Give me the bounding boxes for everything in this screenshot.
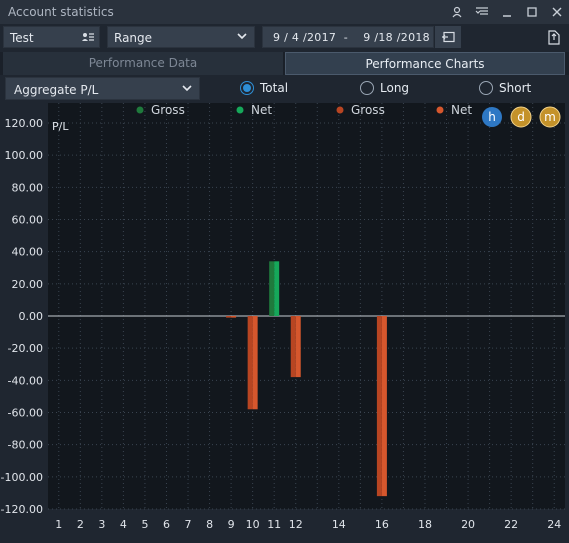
legend-marker (336, 106, 344, 114)
x-tick-label: 11 (267, 518, 281, 531)
y-tick-label: -100.00 (1, 471, 43, 484)
x-tick-label: 1 (55, 518, 62, 531)
y-tick-label: -80.00 (8, 439, 43, 452)
scale-button-label: h (488, 110, 496, 124)
radio-selected-icon (240, 81, 254, 95)
aggregate-select[interactable]: Aggregate P/L (5, 77, 200, 100)
x-tick-label: 18 (418, 518, 432, 531)
x-tick-label: 22 (504, 518, 518, 531)
date-range-field[interactable]: 9 / 4 /2017 - 9 /18 /2018 (262, 26, 434, 48)
chevron-down-icon (236, 30, 248, 45)
legend-marker (436, 106, 444, 114)
aggregate-label: Aggregate P/L (14, 83, 99, 97)
chart-options-bar: Aggregate P/L Total Long Short (0, 75, 569, 101)
x-tick-label: 2 (77, 518, 84, 531)
x-tick-label: 20 (461, 518, 475, 531)
radio-short-label: Short (499, 81, 532, 95)
radio-unselected-icon (479, 81, 493, 95)
radio-unselected-icon (360, 81, 374, 95)
radio-long[interactable]: Long (360, 80, 409, 96)
window-title: Account statistics (8, 5, 114, 19)
y-tick-label: 100.00 (5, 149, 44, 162)
y-tick-label: 0.00 (19, 310, 44, 323)
legend-label: Gross (151, 103, 185, 117)
range-label: Range (114, 31, 153, 45)
account-card-icon (81, 31, 95, 46)
legend-label: Net (451, 103, 472, 117)
date-to: 9 /18 /2018 (363, 31, 430, 44)
bar-gross (376, 316, 382, 497)
date-from: 9 / 4 /2017 (273, 31, 337, 44)
scale-button-label: m (544, 110, 556, 124)
export-icon[interactable] (544, 27, 564, 47)
y-tick-label: 120.00 (5, 117, 44, 130)
x-tick-label: 24 (547, 518, 561, 531)
toolbar: Test Range 9 / 4 /2017 - 9 /18 /2018 (0, 24, 569, 52)
bar-gross (290, 316, 296, 378)
maximize-icon[interactable] (519, 0, 544, 24)
bar-gross (269, 261, 275, 316)
x-tick-label: 12 (289, 518, 303, 531)
radio-short[interactable]: Short (479, 80, 531, 96)
x-tick-label: 16 (375, 518, 389, 531)
y-tick-label: 20.00 (12, 278, 44, 291)
minimize-icon[interactable] (494, 0, 519, 24)
x-tick-label: 14 (332, 518, 346, 531)
calendar-picker-icon[interactable] (435, 26, 461, 48)
x-tick-label: 7 (185, 518, 192, 531)
radio-total[interactable]: Total (240, 80, 288, 96)
x-tick-label: 4 (120, 518, 127, 531)
x-tick-label: 3 (98, 518, 105, 531)
x-tick-label: 9 (228, 518, 235, 531)
user-icon[interactable] (444, 0, 469, 24)
legend-marker (236, 106, 244, 114)
y-tick-label: 80.00 (12, 181, 44, 194)
plot-background (48, 103, 565, 509)
chevron-down-icon (181, 82, 193, 97)
y-tick-label: -20.00 (8, 342, 43, 355)
tab-performance-data[interactable]: Performance Data (3, 52, 283, 75)
y-tick-label: 40.00 (12, 246, 44, 259)
y-axis-label: P/L (52, 120, 69, 133)
range-select[interactable]: Range (107, 26, 255, 48)
y-tick-label: 60.00 (12, 214, 44, 227)
pl-chart-svg: 120.00 100.00 80.00 60.00 40.00 20.00 0.00 -20.… (0, 101, 569, 540)
menu-icon[interactable] (469, 0, 494, 24)
bar-net (381, 316, 387, 497)
bar-gross (226, 316, 232, 318)
tab-bar: Performance Data Performance Charts (0, 52, 569, 75)
scale-button-label: d (517, 110, 525, 124)
legend-label: Gross (351, 103, 385, 117)
account-select[interactable]: Test (3, 26, 100, 48)
account-name: Test (10, 31, 34, 45)
radio-total-label: Total (260, 81, 289, 95)
bar-net (295, 316, 301, 378)
bar-net (231, 316, 237, 318)
pl-chart: 120.00 100.00 80.00 60.00 40.00 20.00 0.00 -20.… (0, 101, 569, 540)
tab-performance-charts[interactable]: Performance Charts (285, 52, 565, 75)
legend-label: Net (251, 103, 272, 117)
x-tick-label: 5 (141, 518, 148, 531)
y-tick-label: -120.00 (1, 503, 43, 516)
radio-long-label: Long (380, 81, 410, 95)
y-tick-label: -40.00 (8, 374, 43, 387)
x-tick-label: 6 (163, 518, 170, 531)
bar-net (274, 261, 280, 316)
date-separator: - (343, 31, 349, 44)
bar-gross (247, 316, 253, 410)
legend-marker (136, 106, 144, 114)
close-icon[interactable] (544, 0, 569, 24)
x-tick-label: 8 (206, 518, 213, 531)
bar-net (252, 316, 258, 410)
x-tick-label: 10 (246, 518, 260, 531)
y-tick-label: -60.00 (8, 407, 43, 420)
title-bar: Account statistics (0, 0, 569, 25)
